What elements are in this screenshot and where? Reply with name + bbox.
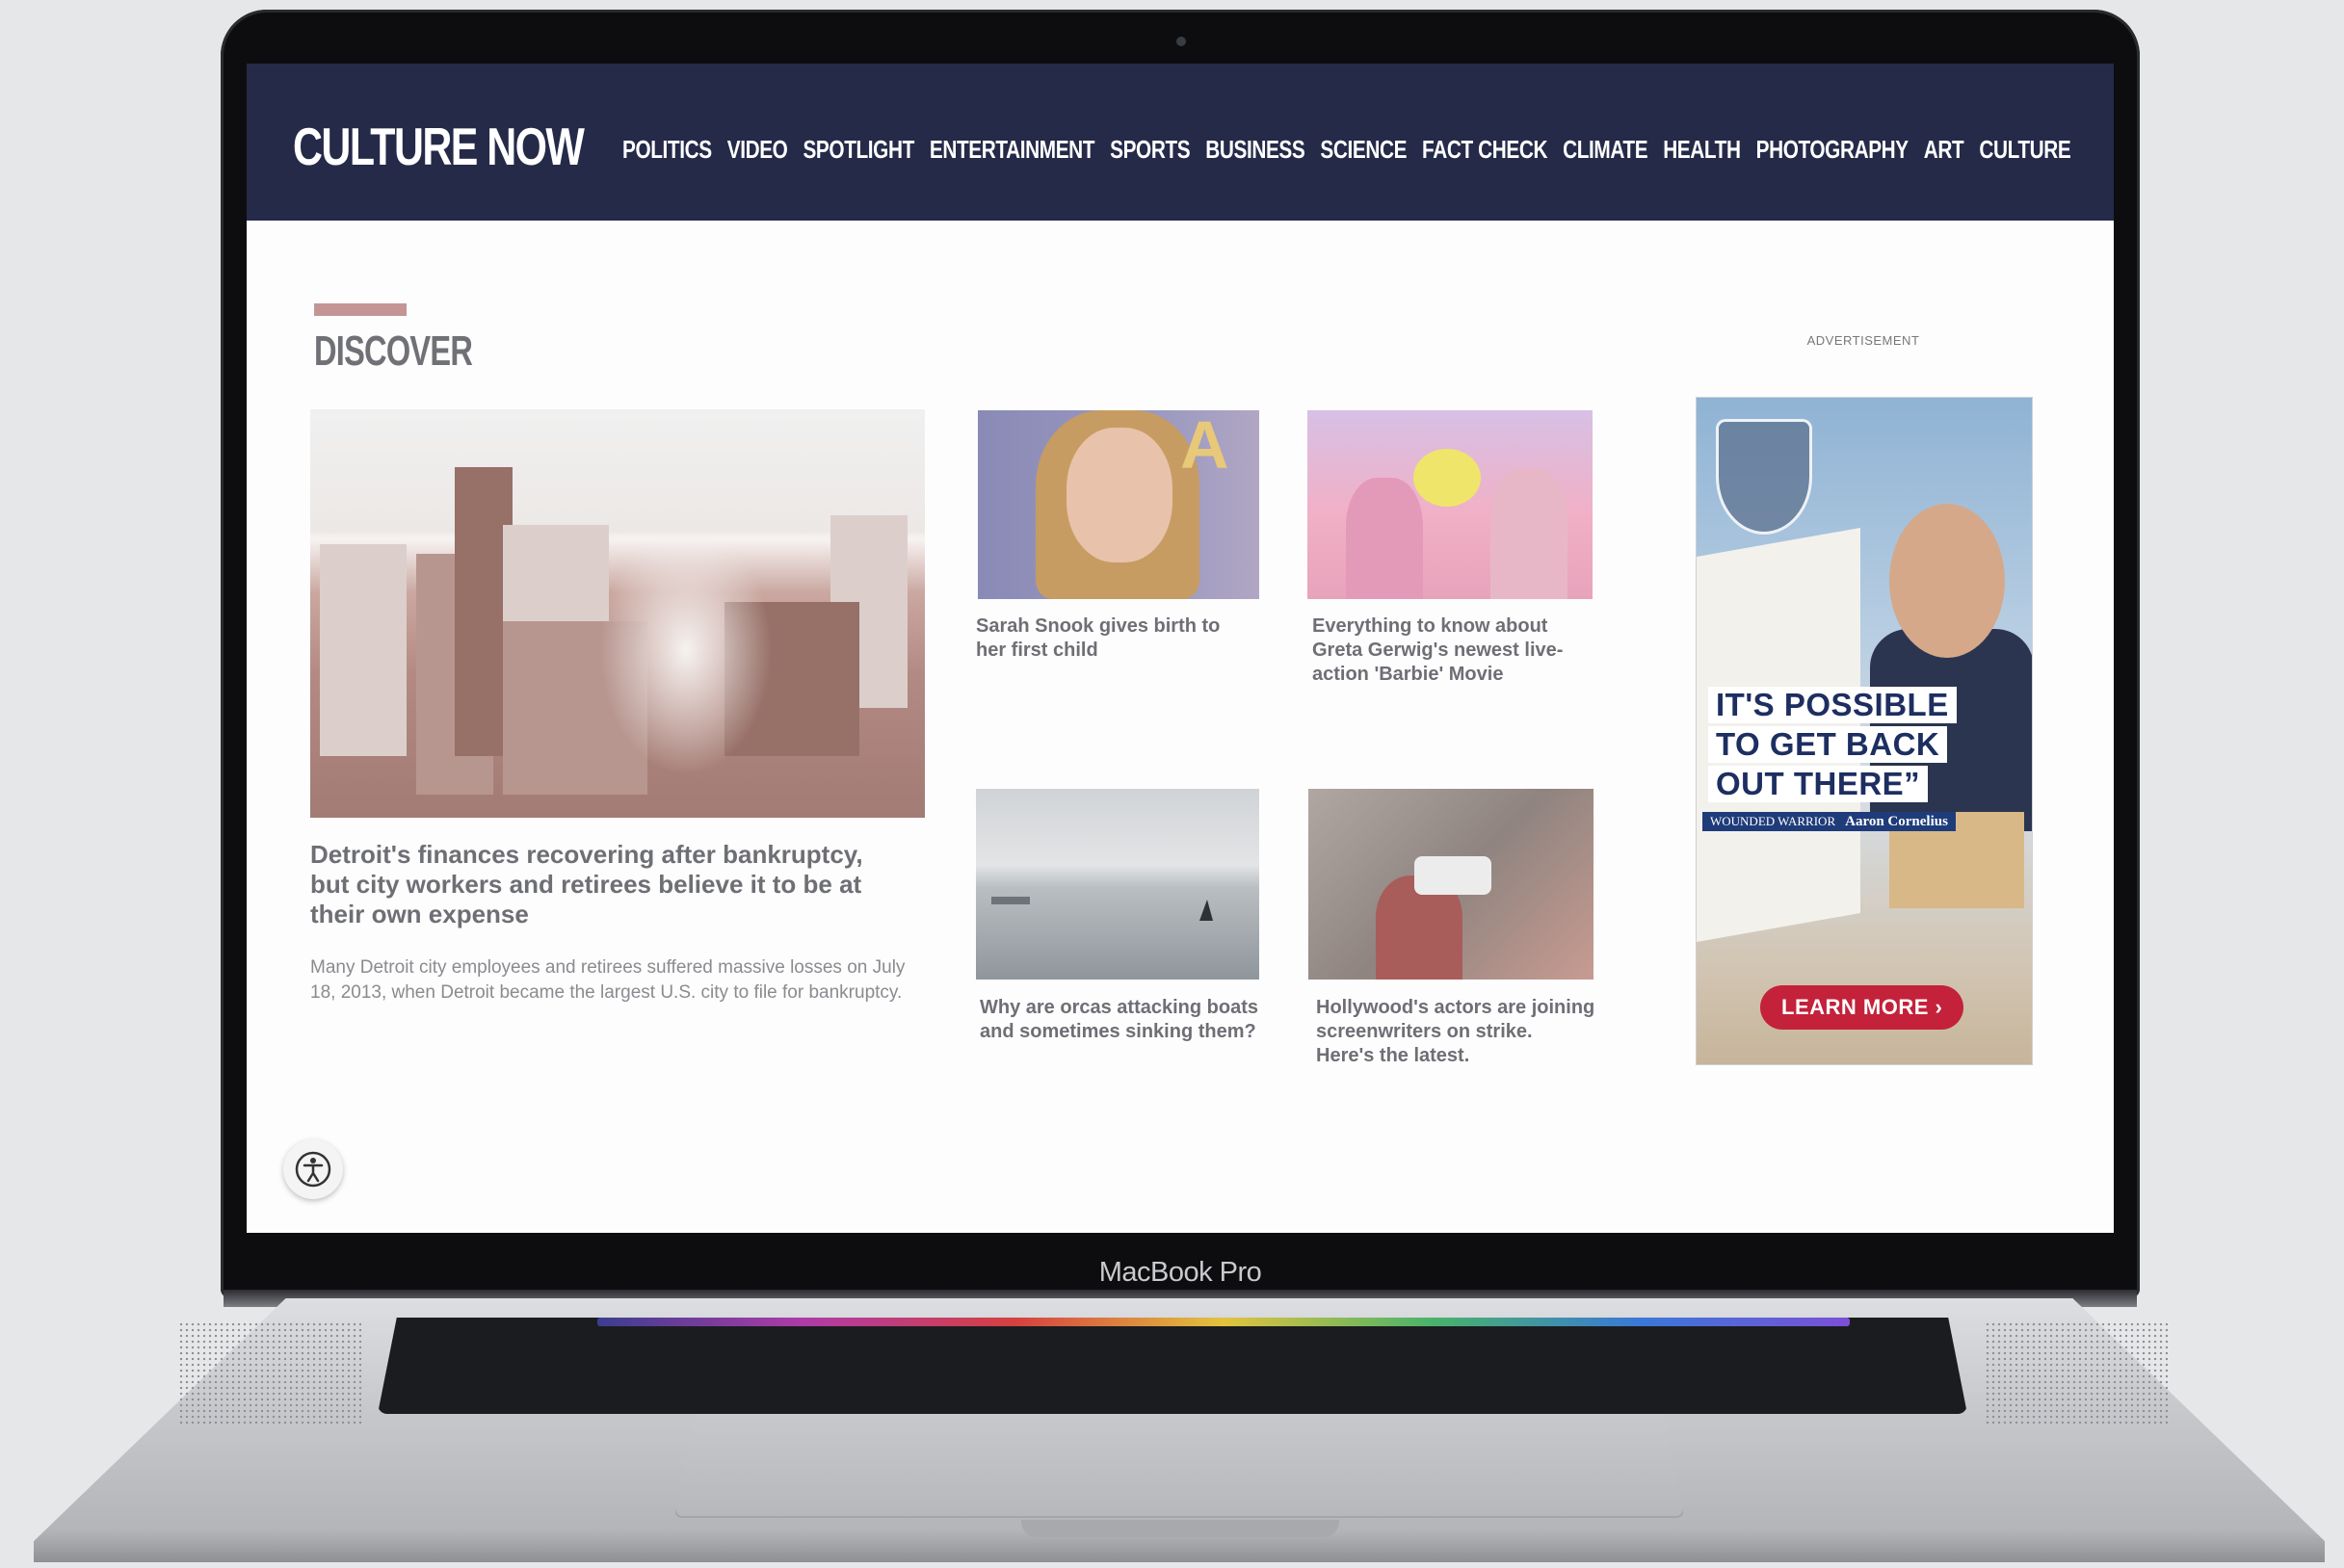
ad-line: OUT THERE” (1708, 766, 1929, 802)
duck-shape (1413, 449, 1481, 507)
nav-spotlight[interactable]: SPOTLIGHT (803, 135, 914, 165)
lid-notch (1021, 1520, 1339, 1537)
nav-culture[interactable]: CULTURE (1979, 135, 2070, 165)
face-shape (1889, 504, 2005, 658)
learn-more-button[interactable]: LEARN MORE › (1760, 985, 1964, 1030)
card-image-orcas[interactable] (976, 789, 1259, 980)
face-shape (1067, 428, 1172, 562)
megaphone-shape (1414, 856, 1491, 895)
nav-video[interactable]: VIDEO (727, 135, 788, 165)
site-header: CULTURE NOW POLITICS VIDEO SPOTLIGHT ENT… (247, 64, 2114, 221)
card-image-barbie[interactable] (1307, 410, 1593, 599)
section-title: DISCOVER (314, 327, 473, 375)
orca-scene (991, 897, 1213, 921)
accessibility-icon (295, 1151, 331, 1188)
nav-photography[interactable]: PHOTOGRAPHY (1756, 135, 1909, 165)
person-shape (1346, 478, 1423, 599)
site-logo[interactable]: CULTURE NOW (293, 116, 585, 177)
backdrop-letters: A (1180, 410, 1229, 483)
main-nav: POLITICS VIDEO SPOTLIGHT ENTERTAINMENT S… (622, 135, 2071, 165)
trackpad (674, 1414, 1684, 1518)
nav-health[interactable]: HEALTH (1663, 135, 1741, 165)
speaker-grille (1985, 1321, 2168, 1425)
ad-brand-left: WOUNDED WARRIOR (1710, 814, 1836, 828)
card-title[interactable]: Why are orcas attacking boats and someti… (980, 996, 1259, 1044)
feature-headline[interactable]: Detroit's finances recovering after bank… (310, 840, 908, 929)
nav-climate[interactable]: CLIMATE (1563, 135, 1648, 165)
person-shape (1490, 468, 1567, 599)
ad-label: ADVERTISEMENT (1806, 333, 1920, 348)
nav-entertainment[interactable]: ENTERTAINMENT (930, 135, 1095, 165)
ad-line: TO GET BACK (1708, 726, 1948, 763)
card-title[interactable]: Everything to know about Greta Gerwig's … (1312, 614, 1592, 687)
ad-banner[interactable]: IT'S POSSIBLE TO GET BACK OUT THERE” WOU… (1696, 397, 2033, 1065)
feature-image[interactable] (310, 409, 925, 818)
nav-art[interactable]: ART (1924, 135, 1964, 165)
speaker-grille (178, 1321, 361, 1425)
ad-headline: IT'S POSSIBLE TO GET BACK OUT THERE” (1708, 687, 1957, 805)
accessibility-button[interactable] (283, 1139, 343, 1199)
section-accent-bar (314, 303, 407, 316)
card-image-sarah-snook[interactable]: A (978, 410, 1259, 599)
nav-science[interactable]: SCIENCE (1320, 135, 1407, 165)
card-title[interactable]: Hollywood's actors are joining screenwri… (1316, 996, 1595, 1068)
touch-bar (597, 1318, 1850, 1326)
ad-line: IT'S POSSIBLE (1708, 687, 1957, 723)
device-label: MacBook Pro (1098, 1257, 1262, 1288)
shield-logo-icon (1716, 419, 1812, 535)
nav-fact-check[interactable]: FACT CHECK (1422, 135, 1547, 165)
steam-cloud (599, 525, 773, 775)
card-title[interactable]: Sarah Snook gives birth to her first chi… (976, 614, 1255, 663)
card-image-strike[interactable] (1308, 789, 1593, 980)
browser-viewport: CULTURE NOW POLITICS VIDEO SPOTLIGHT ENT… (247, 64, 2114, 1233)
ad-brand-right: Aaron Cornelius (1845, 814, 1948, 829)
ad-brand-strip: WOUNDED WARRIOR Aaron Cornelius (1702, 812, 1956, 831)
keyboard (378, 1318, 1967, 1414)
nav-politics[interactable]: POLITICS (622, 135, 712, 165)
feature-summary: Many Detroit city employees and retirees… (310, 957, 906, 1003)
nav-sports[interactable]: SPORTS (1110, 135, 1191, 165)
building-shape (320, 544, 407, 756)
nav-business[interactable]: BUSINESS (1205, 135, 1305, 165)
camera-icon (1176, 37, 1186, 46)
